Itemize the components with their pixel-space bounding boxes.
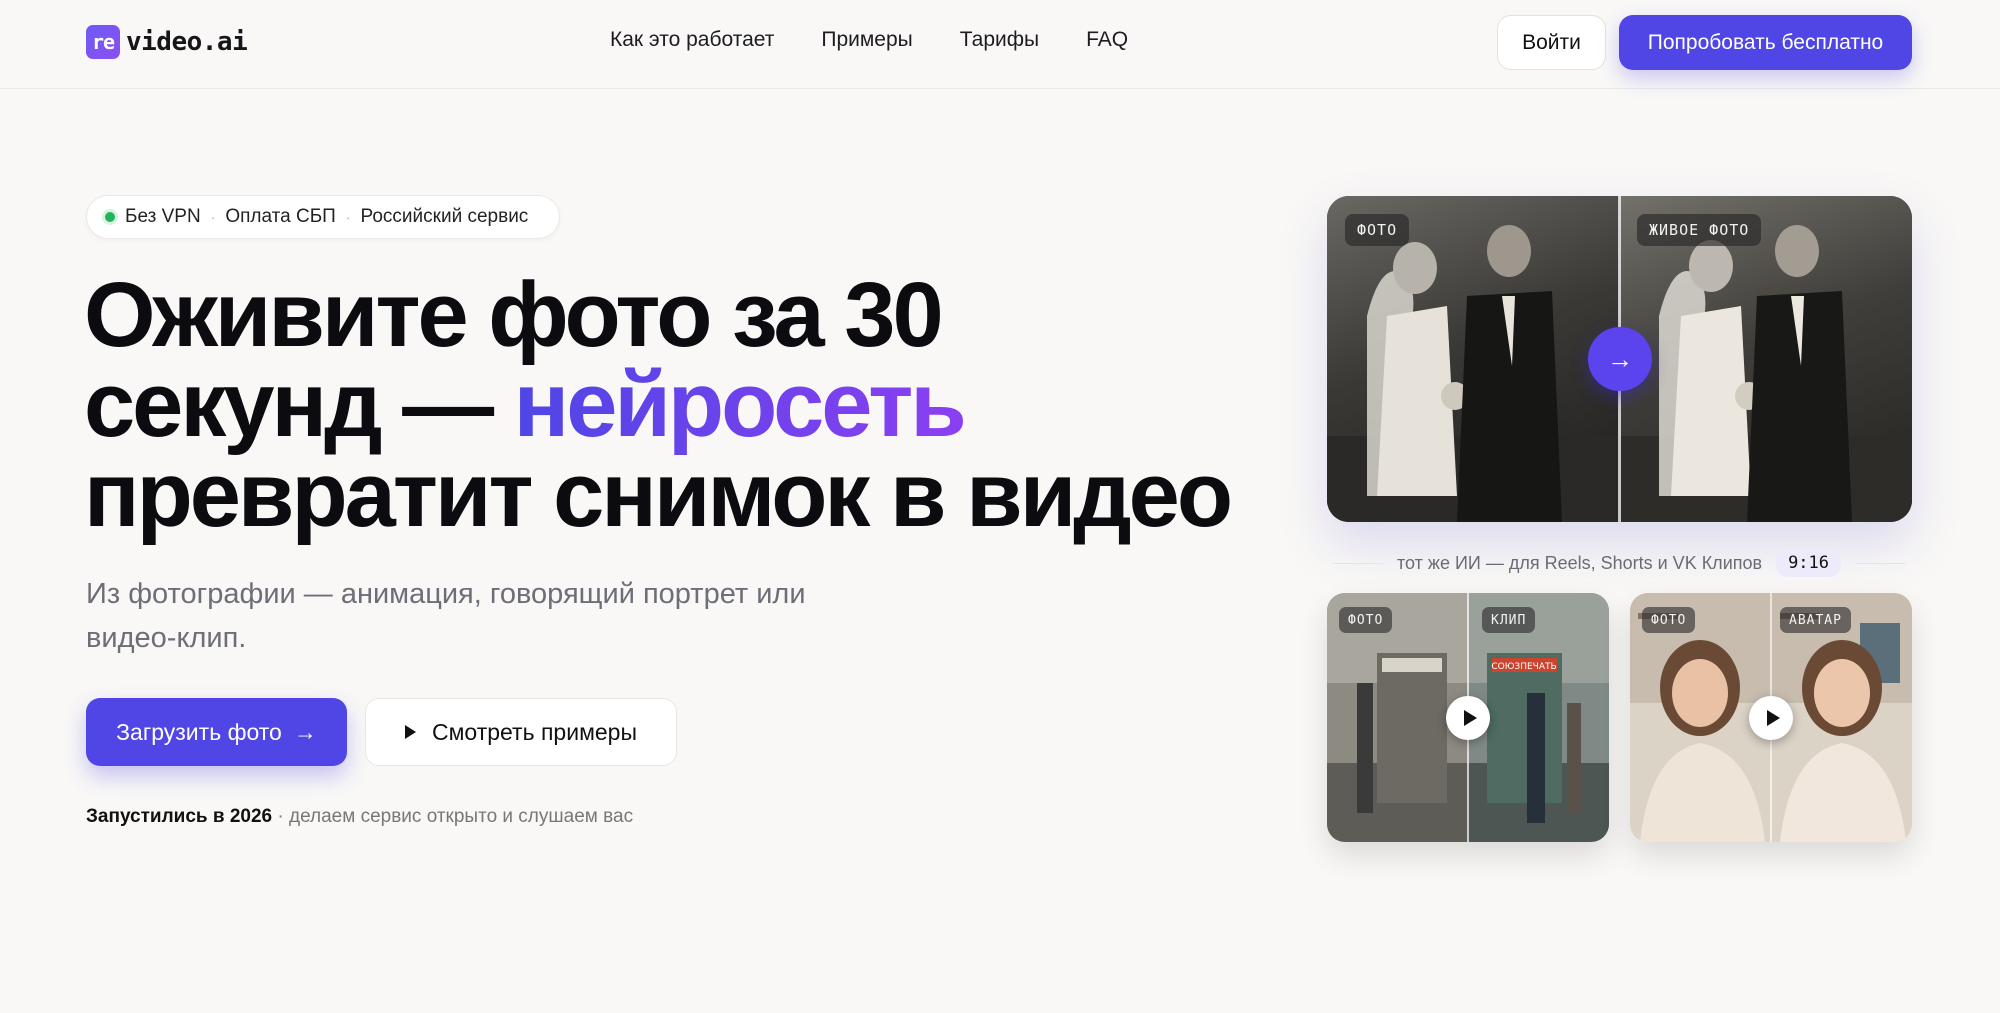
arrow-right-icon: →: [293, 718, 317, 745]
caption-line-right: [1855, 562, 1906, 564]
play-icon: [1766, 710, 1780, 726]
tag-photo: ФОТО: [1345, 214, 1410, 246]
tag-photo: ФОТО: [1642, 607, 1696, 633]
vertical-format-caption: тот же ИИ — для Reels, Shorts и VK Клипо…: [1333, 548, 1906, 578]
site-header: re video.ai Как это работает Примеры Тар…: [0, 0, 2000, 89]
nav-pricing[interactable]: Тарифы: [960, 28, 1039, 52]
nav-examples[interactable]: Примеры: [821, 28, 912, 52]
pill-no-vpn: Без VPN: [125, 206, 201, 227]
logo-badge: re: [86, 25, 120, 59]
login-button[interactable]: Войти: [1497, 15, 1606, 70]
launch-bold: Запустились в 2026: [86, 806, 273, 827]
avatar-example-card[interactable]: ФОТО АВАТАР: [1630, 593, 1912, 842]
arrow-right-icon: →: [1588, 327, 1652, 391]
view-examples-button[interactable]: Смотреть примеры: [365, 698, 677, 766]
launch-rest: · делаем сервис открыто и слушаем вас: [272, 806, 634, 827]
play-icon: [405, 725, 416, 739]
logo[interactable]: re video.ai: [86, 24, 248, 60]
aspect-ratio-badge: 9:16: [1776, 549, 1842, 577]
headline-line-2a: секунд —: [84, 354, 514, 456]
caption-text: тот же ИИ — для Reels, Shorts и VK Клипо…: [1397, 552, 1763, 573]
main-nav: Как это работает Примеры Тарифы FAQ: [610, 28, 1128, 52]
hero-headline: Оживите фото за 30 секунд — нейросеть пр…: [84, 269, 1244, 541]
nav-faq[interactable]: FAQ: [1086, 28, 1128, 52]
before-after-showcase: ФОТО ЖИВОЕ ФОТО →: [1327, 196, 1912, 522]
upload-label: Загрузить фото: [116, 718, 282, 745]
hero-subtitle: Из фотографии — анимация, говорящий порт…: [86, 578, 806, 654]
pill-separator: ·: [210, 209, 216, 225]
tag-photo: ФОТО: [1339, 607, 1393, 633]
features-pill: Без VPN · Оплата СБП · Российский сервис: [86, 195, 560, 239]
tag-avatar: АВАТАР: [1780, 607, 1851, 633]
status-dot-icon: [105, 212, 115, 222]
pill-russian-service: Российский сервис: [360, 206, 529, 227]
clip-example-card[interactable]: СОЮЗПЕЧАТЬ ФОТО КЛИП: [1327, 593, 1609, 842]
nav-how-it-works[interactable]: Как это работает: [610, 28, 774, 52]
play-button[interactable]: [1446, 696, 1490, 740]
logo-text: video.ai: [126, 27, 248, 57]
pill-sbp-payment: Оплата СБП: [225, 206, 336, 227]
play-button[interactable]: [1749, 696, 1793, 740]
examples-label: Смотреть примеры: [432, 718, 637, 745]
headline-line-3: превратит снимок в видео: [84, 444, 1233, 546]
headline-line-1: Оживите фото за 30: [84, 264, 944, 366]
upload-photo-button[interactable]: Загрузить фото →: [86, 698, 347, 766]
try-free-button[interactable]: Попробовать бесплатно: [1619, 15, 1912, 70]
tag-clip: КЛИП: [1482, 607, 1536, 633]
headline-accent: нейросеть: [513, 354, 967, 456]
pill-separator: ·: [345, 209, 351, 225]
tag-live-photo: ЖИВОЕ ФОТО: [1637, 214, 1762, 246]
kiosk-sign: СОЮЗПЕЧАТЬ: [1491, 662, 1556, 672]
play-icon: [1463, 710, 1477, 726]
launch-note: Запустились в 2026 · делаем сервис откры…: [86, 806, 633, 828]
caption-line-left: [1333, 562, 1383, 564]
